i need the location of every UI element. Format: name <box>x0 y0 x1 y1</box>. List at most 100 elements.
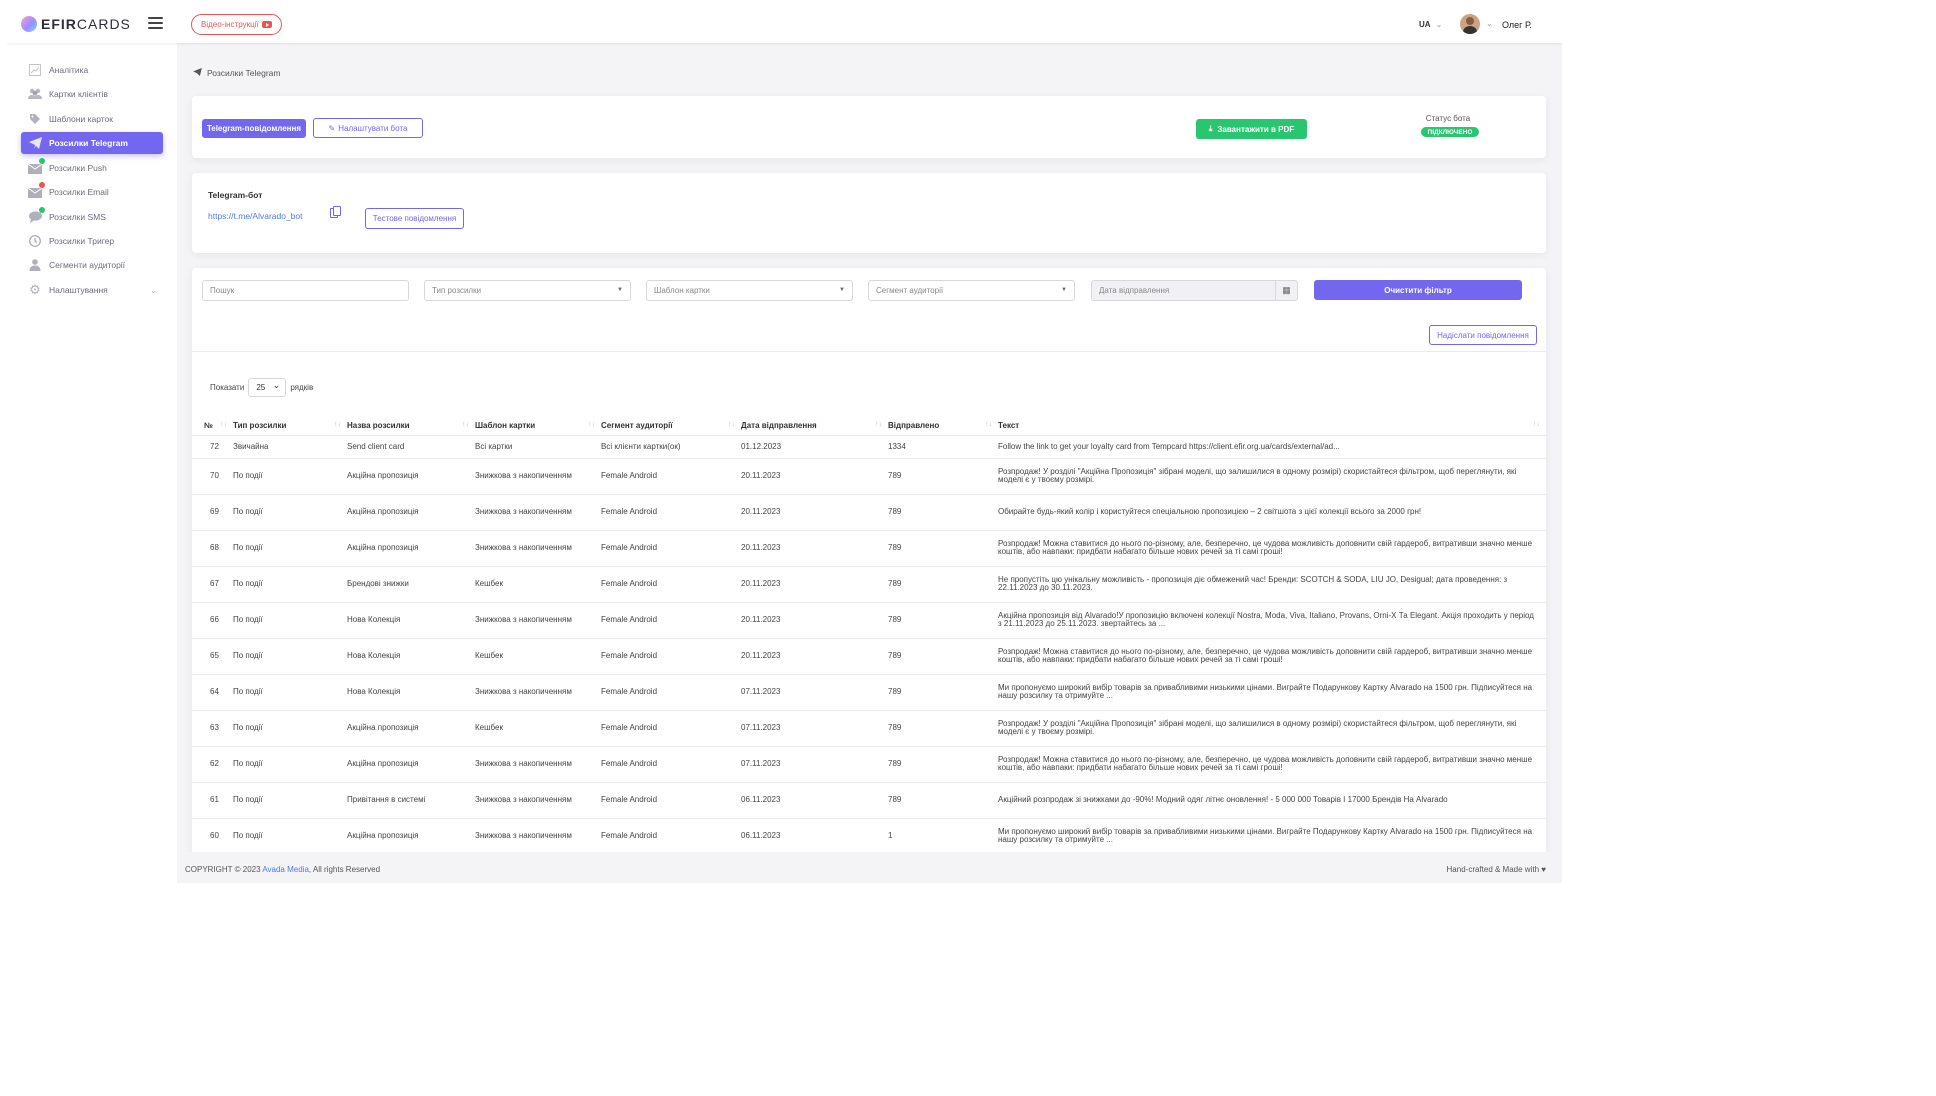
bot-settings-button[interactable]: ✎ Налаштувати бота <box>313 118 423 138</box>
table-row[interactable]: 64 По події Нова Колекція Знижкова з накопи… <box>192 673 1546 710</box>
column-header-sent[interactable]: Відправлено ↑↓ <box>888 416 998 435</box>
table-row[interactable]: 72 Звичайна Send client card Всі картки Всі … <box>192 434 1546 458</box>
menu-toggle-icon[interactable] <box>148 17 163 29</box>
cell-number: 60 <box>192 817 233 854</box>
video-instructions-label: Відео-інструкції <box>201 20 259 29</box>
toolbar-card: Telegram-повідомлення ✎ Налаштувати бота … <box>192 96 1546 158</box>
cell-sent: 789 <box>888 457 998 494</box>
search-input[interactable]: Пошук <box>202 280 409 301</box>
table-row[interactable]: 69 По події Акційна пропозиція Знижкова з н… <box>192 493 1546 530</box>
sidebar-item-card-templates[interactable]: Шаблони карток <box>21 108 163 130</box>
send-message-button[interactable]: Надіслати повідомлення <box>1429 325 1537 345</box>
cell-name: Акційна пропозиція <box>347 457 475 494</box>
cell-segment: Female Android <box>601 817 741 854</box>
cell-name: Акційна пропозиція <box>347 745 475 782</box>
template-select-value: Шаблон картки <box>654 286 710 295</box>
app-window: EFIRCARDS Відео-інструкції UA ⌄ ⌄ Олег Р.… <box>7 7 1562 883</box>
table-row[interactable]: 70 По події Акційна пропозиція Знижкова з н… <box>192 457 1546 494</box>
cell-number: 63 <box>192 709 233 746</box>
sidebar-item-settings[interactable]: ⚙ Налаштування ⌄ <box>21 279 163 301</box>
bot-status-label: Статус бота <box>1425 114 1471 123</box>
cell-name: Акційна пропозиція <box>347 709 475 746</box>
column-header-segment[interactable]: Сегмент аудиторії ↑↓ <box>601 416 741 435</box>
cell-template: Знижкова з накопиченням <box>475 745 601 782</box>
caret-down-icon: ▼ <box>839 287 845 293</box>
cell-template: Знижкова з накопиченням <box>475 529 601 566</box>
date-input[interactable]: Дата відправлення ▦ <box>1091 280 1298 301</box>
date-placeholder: Дата відправлення <box>1099 286 1170 295</box>
segment-select[interactable]: Сегмент аудиторії ▼ <box>868 280 1075 301</box>
column-header-text[interactable]: Текст ↑↓ <box>998 416 1546 435</box>
template-select[interactable]: Шаблон картки ▼ <box>646 280 853 301</box>
telegram-messages-button[interactable]: Telegram-повідомлення <box>202 119 306 138</box>
sidebar-item-segments[interactable]: Сегменти аудиторії <box>21 254 163 276</box>
cell-sent: 789 <box>888 637 998 674</box>
cell-text: Розпродаж! У розділі "Акційна Пропозиція… <box>998 709 1546 746</box>
table-row[interactable]: 68 По події Акційна пропозиція Знижкова з н… <box>192 529 1546 566</box>
cell-number: 64 <box>192 673 233 710</box>
cell-text: Акційна пропозиція від Alvarado!У пропоз… <box>998 601 1546 638</box>
cell-segment: Female Android <box>601 781 741 818</box>
calendar-icon[interactable]: ▦ <box>1275 281 1297 300</box>
youtube-icon <box>261 21 272 28</box>
cell-segment: Female Android <box>601 529 741 566</box>
sidebar-item-analytics[interactable]: Аналітика <box>21 59 163 81</box>
cell-type: По події <box>233 637 347 674</box>
table-row[interactable]: 67 По події Брендові знижки Кешбек Female An… <box>192 565 1546 602</box>
cell-name: Акційна пропозиція <box>347 817 475 854</box>
cell-type: По події <box>233 817 347 854</box>
column-header-type[interactable]: Тип розсилки ↑↓ <box>233 416 347 435</box>
sidebar-item-push[interactable]: Розсилки Push <box>21 157 163 179</box>
cell-date: 07.11.2023 <box>741 673 888 710</box>
type-select[interactable]: Тип розсилки ▼ <box>424 280 631 301</box>
user-name[interactable]: Олег Р. <box>1502 20 1532 30</box>
sidebar-item-email[interactable]: Розсилки Email <box>21 181 163 203</box>
column-header-date[interactable]: Дата відправлення ↑↓ <box>741 416 888 435</box>
users-icon <box>28 87 42 101</box>
company-link[interactable]: Avada Media <box>262 865 309 874</box>
cell-segment: Female Android <box>601 565 741 602</box>
table-row[interactable]: 66 По події Нова Колекція Знижкова з накопи… <box>192 601 1546 638</box>
sidebar-item-client-cards[interactable]: Картки клієнтів <box>21 83 163 105</box>
table-row[interactable]: 65 По події Нова Колекція Кешбек Female Andr… <box>192 637 1546 674</box>
sidebar-item-sms[interactable]: Розсилки SMS <box>21 206 163 228</box>
edit-icon: ✎ <box>328 123 336 133</box>
cell-text: Не пропустіть цю унікальну можливість - … <box>998 565 1546 602</box>
chevron-down-icon[interactable]: ⌄ <box>1486 19 1493 28</box>
cell-template: Кешбек <box>475 565 601 602</box>
table-row[interactable]: 63 По події Акційна пропозиція Кешбек Female… <box>192 709 1546 746</box>
download-pdf-label: Завантажити в PDF <box>1217 124 1295 134</box>
table-row[interactable]: 60 По події Акційна пропозиція Знижкова з н… <box>192 817 1546 854</box>
sidebar-item-label: Розсилки Telegram <box>49 138 128 148</box>
sidebar-item-telegram[interactable]: Розсилки Telegram <box>21 132 163 154</box>
download-pdf-button[interactable]: ⤓ Завантажити в PDF <box>1196 119 1307 139</box>
cell-text: Follow the link to get your loyalty card… <box>998 434 1546 458</box>
column-header-name[interactable]: Назва розсилки ↑↓ <box>347 416 475 435</box>
page-size-select[interactable]: 25 <box>248 378 287 397</box>
bot-link[interactable]: https://t.me/Alvarado_bot <box>208 211 303 221</box>
chevron-down-icon: ⌄ <box>150 285 157 295</box>
clear-filter-button[interactable]: Очистити фільтр <box>1314 280 1522 300</box>
breadcrumb-label: Розсилки Telegram <box>207 68 281 78</box>
sort-icon: ↑↓ <box>875 421 882 428</box>
cell-segment: Female Android <box>601 457 741 494</box>
main-content: Розсилки Telegram Telegram-повідомлення … <box>177 43 1562 883</box>
language-switcher[interactable]: UA ⌄ <box>1419 20 1442 29</box>
sort-icon: ↑↓ <box>334 421 341 428</box>
status-dot <box>39 158 45 164</box>
cell-name: Привітання в системі <box>347 781 475 818</box>
column-header-number[interactable]: № ↑↓ <box>192 416 233 435</box>
column-header-template[interactable]: Шаблон картки ↑↓ <box>475 416 601 435</box>
cell-segment: Female Android <box>601 745 741 782</box>
table-row[interactable]: 61 По події Привітання в системі Знижкова з… <box>192 781 1546 818</box>
logo[interactable]: EFIRCARDS <box>21 16 131 32</box>
sidebar-item-trigger[interactable]: Розсилки Тригер <box>21 230 163 252</box>
cell-date: 06.11.2023 <box>741 817 888 854</box>
table-row[interactable]: 62 По події Акційна пропозиція Знижкова з н… <box>192 745 1546 782</box>
cell-sent: 789 <box>888 673 998 710</box>
show-label: Показати <box>210 383 245 392</box>
video-instructions-button[interactable]: Відео-інструкції <box>191 14 282 35</box>
test-message-button[interactable]: Тестове повідомлення <box>365 208 464 229</box>
avatar[interactable] <box>1460 14 1480 34</box>
copy-icon[interactable] <box>330 206 341 218</box>
